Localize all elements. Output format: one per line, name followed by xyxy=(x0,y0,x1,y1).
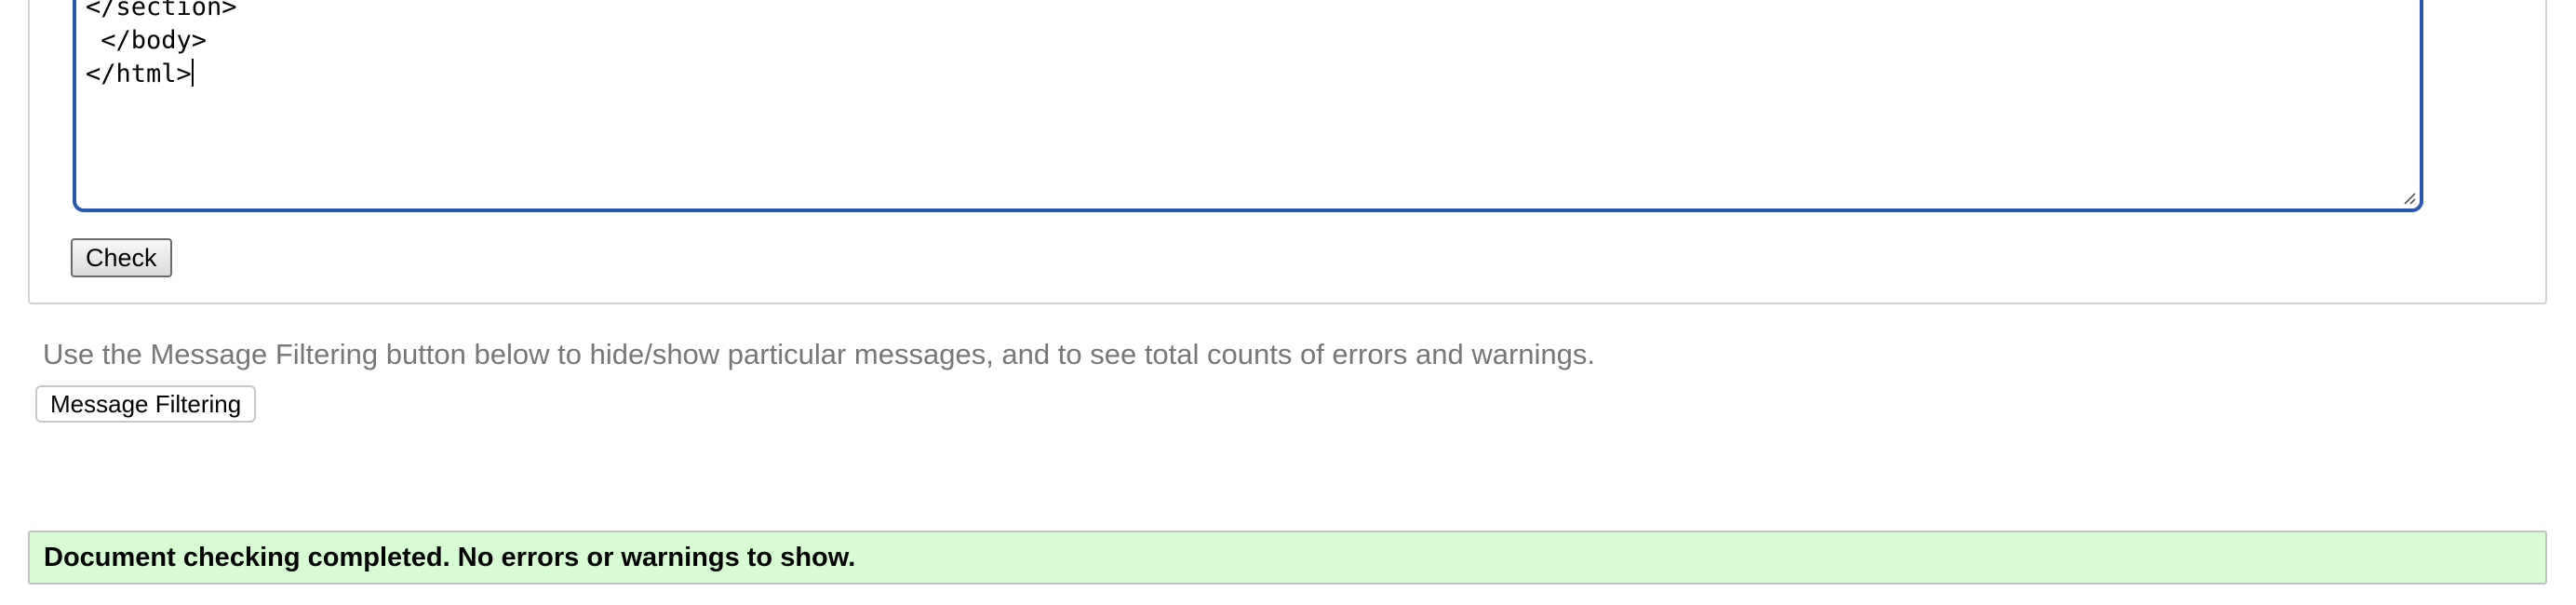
source-textarea[interactable]: </section> </body> </html> xyxy=(73,0,2423,212)
message-filtering-button[interactable]: Message Filtering xyxy=(35,385,257,423)
resize-grip-icon[interactable] xyxy=(2401,190,2416,205)
validator-page: </section> </body> </html> Check Use the… xyxy=(0,0,2576,605)
source-text: </section> </body> </html> xyxy=(86,0,237,91)
text-cursor xyxy=(191,59,194,87)
source-line: </section> xyxy=(86,0,237,21)
check-button[interactable]: Check xyxy=(71,238,172,277)
filtering-hint: Use the Message Filtering button below t… xyxy=(43,338,1596,370)
source-line: </body> xyxy=(86,26,208,55)
source-line: </html> xyxy=(86,60,192,88)
result-message: Document checking completed. No errors o… xyxy=(28,531,2547,585)
